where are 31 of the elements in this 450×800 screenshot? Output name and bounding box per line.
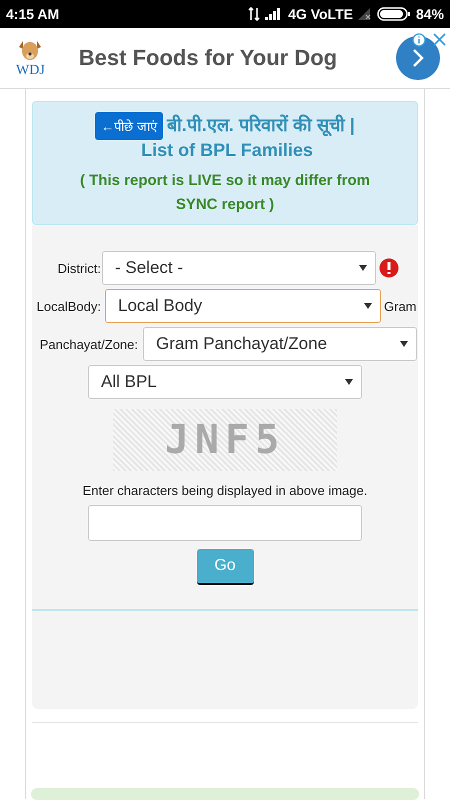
ad-logo: WDJ	[16, 63, 45, 79]
ad-headline[interactable]: Best Foods for Your Dog	[78, 45, 396, 71]
info-icon[interactable]	[412, 33, 426, 47]
network-type: 4G VoLTE	[288, 6, 353, 22]
battery-percent: 84%	[416, 6, 444, 22]
chevron-right-icon	[411, 48, 425, 68]
captcha-text: JNF5	[164, 417, 286, 463]
live-report-note: ( This report is LIVE so it may differ from SYNC report )	[78, 171, 372, 215]
field-label: Gram	[384, 298, 416, 314]
captcha-input[interactable]	[88, 505, 362, 541]
dropdown[interactable]: Local Body	[105, 289, 381, 323]
data-transfer-icon	[248, 7, 260, 21]
caret-icon	[359, 265, 367, 271]
caret-icon	[345, 379, 353, 385]
field-label: LocalBody:	[36, 298, 101, 314]
captcha-hint: Enter characters being displayed in above image.	[82, 483, 368, 498]
caret-icon	[364, 303, 372, 309]
back-button[interactable]: ←पीछे जाएं	[95, 112, 163, 140]
title-english: List of BPL Families	[141, 140, 313, 160]
field-label: District:	[56, 260, 101, 276]
close-icon[interactable]	[433, 33, 446, 46]
ad-open-button[interactable]	[396, 36, 440, 80]
title-hindi: बी.पी.एल. परिवारों की सूची |	[166, 115, 355, 135]
dropdown[interactable]: Gram Panchayat/Zone	[143, 327, 417, 361]
clock: 4:15 AM	[6, 6, 60, 22]
no-signal-icon	[358, 8, 372, 20]
dropdown[interactable]: All BPL	[88, 365, 362, 399]
caret-icon	[400, 341, 408, 347]
field-label: Panchayat/Zone:	[38, 336, 138, 352]
battery-icon	[376, 7, 411, 21]
dropdown[interactable]: - Select -	[102, 251, 376, 285]
